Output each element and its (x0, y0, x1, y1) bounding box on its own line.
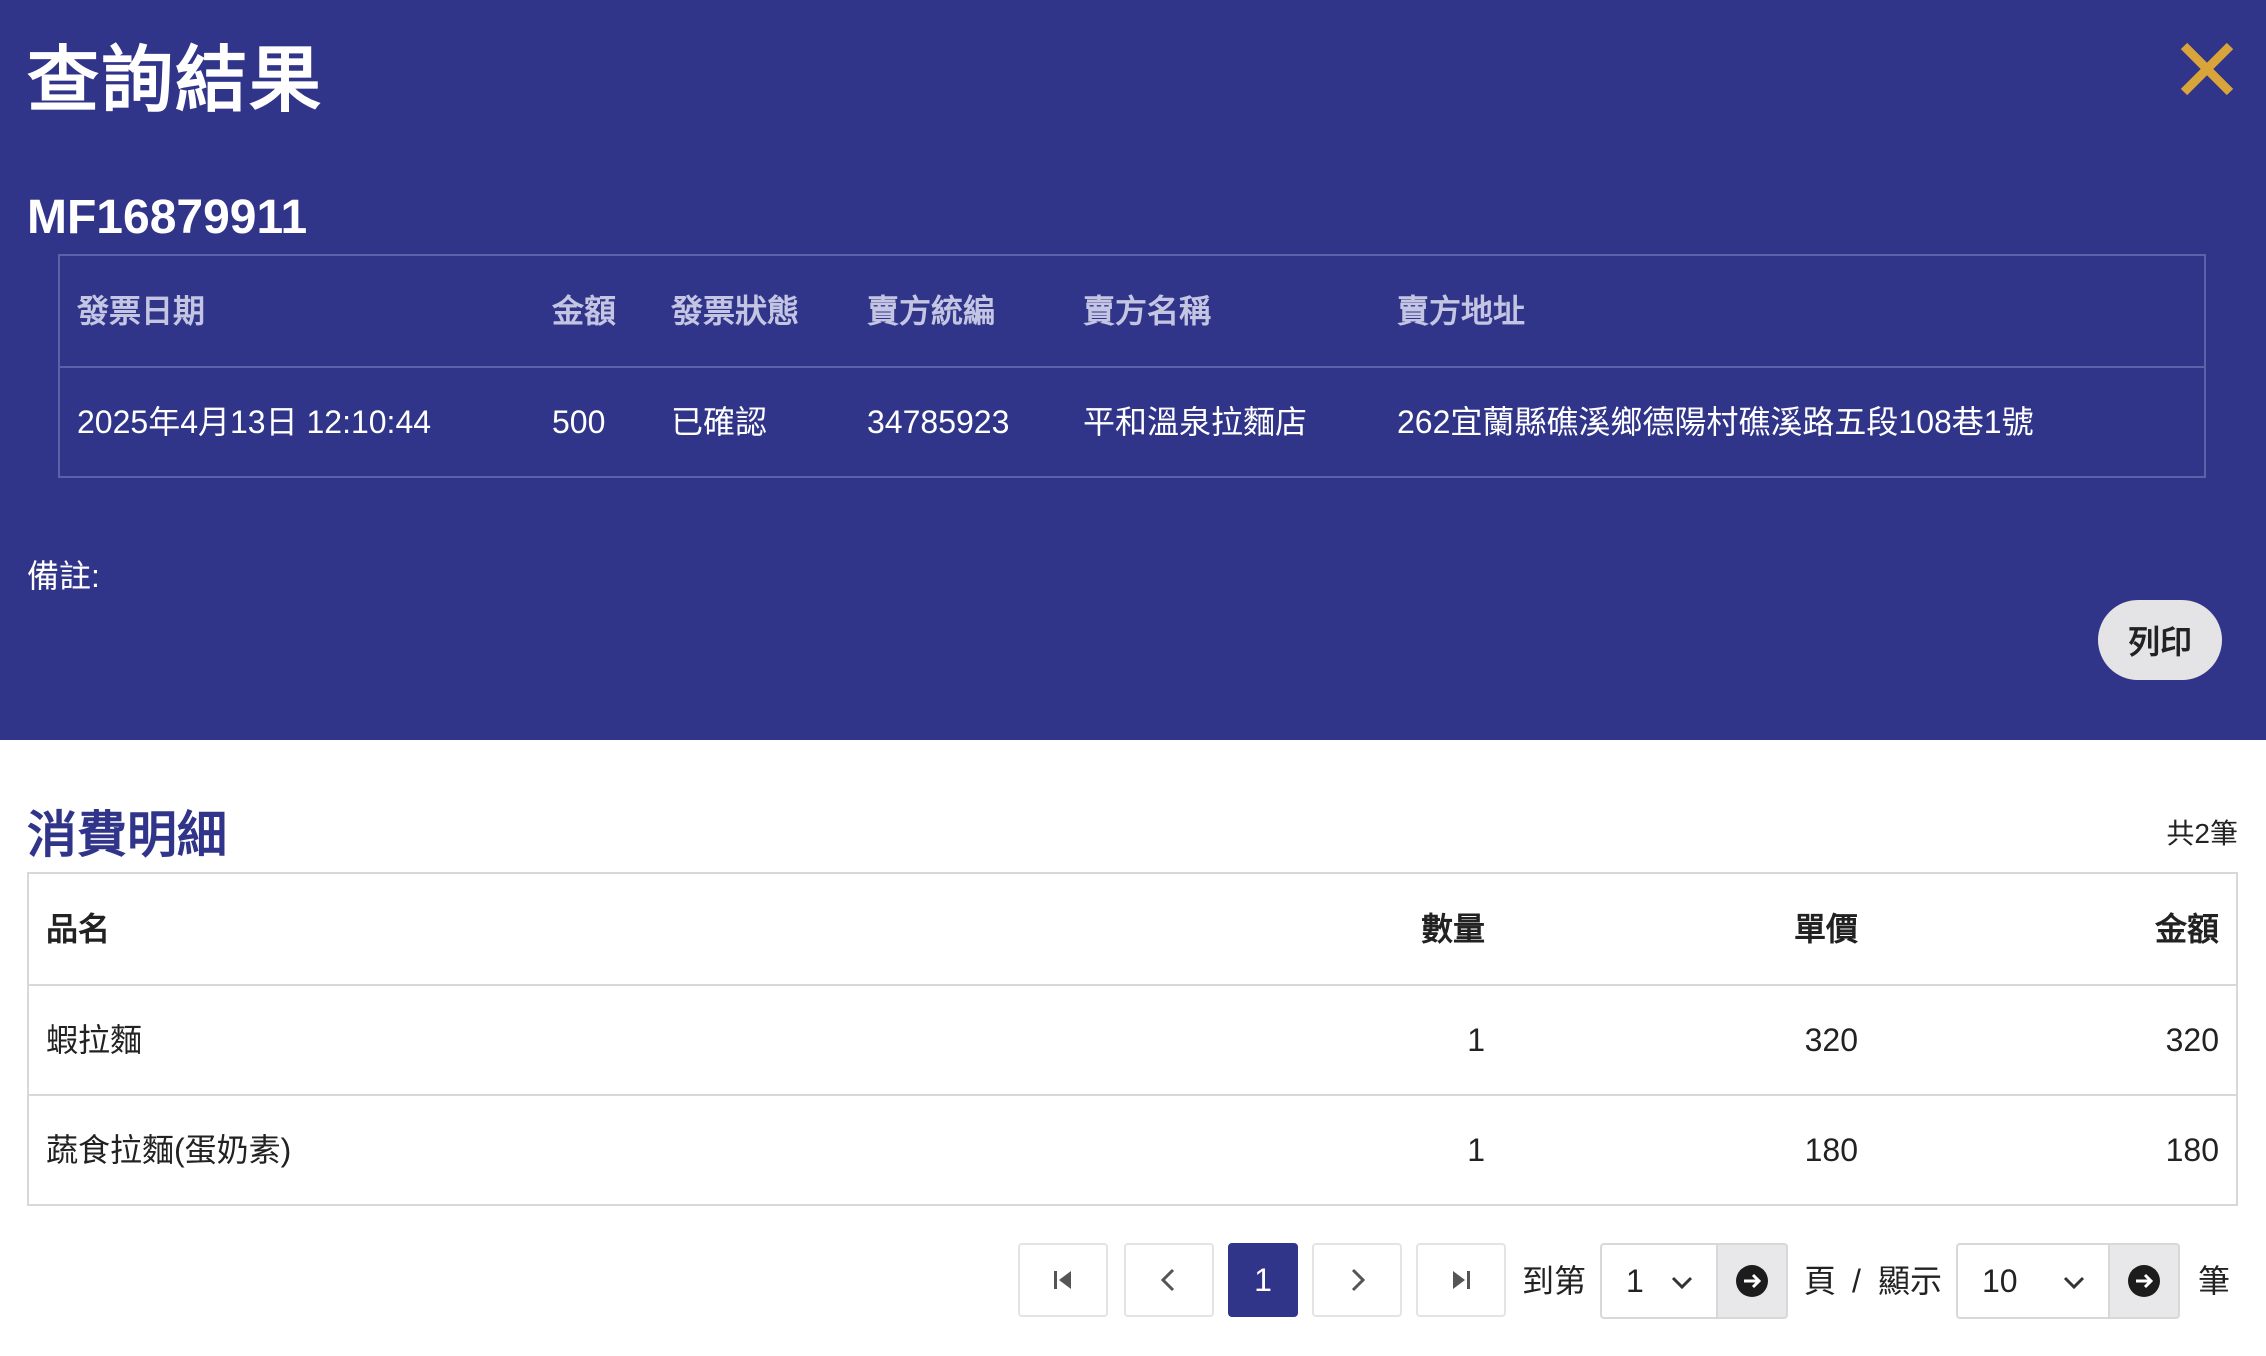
arrow-right-circle-icon (2128, 1265, 2160, 1297)
seller-address: 262宜蘭縣礁溪鄉德陽村礁溪路五段108巷1號 (1397, 404, 2034, 440)
seller-id: 34785923 (867, 404, 1010, 440)
apply-page-size-button[interactable] (2110, 1243, 2180, 1319)
invoice-status: 已確認 (671, 404, 768, 440)
item-quantity: 1 (1467, 1022, 1485, 1058)
dialog-title: 查詢結果 (27, 41, 324, 121)
table-row: 蝦拉麵 1 320 320 (29, 984, 2236, 1094)
page-select[interactable]: 1 (1600, 1243, 1718, 1319)
header-amount: 金額 (552, 293, 617, 329)
print-button[interactable]: 列印 (2098, 600, 2222, 680)
next-page-button[interactable] (1312, 1243, 1402, 1317)
chevron-right-icon (1351, 1268, 1366, 1292)
details-table-header: 品名 數量 單價 金額 (29, 874, 2236, 984)
result-dialog-header: 查詢結果 MF16879911 發票日期 金額 發票狀態 賣方統編 賣方名稱 賣… (0, 0, 2266, 740)
pager-separator: / (1852, 1263, 1861, 1299)
item-unit-price: 180 (1804, 1132, 1858, 1168)
item-name: 蝦拉麵 (46, 1022, 143, 1058)
item-name: 蔬食拉麵(蛋奶素) (46, 1132, 292, 1168)
chevron-left-icon (1160, 1268, 1175, 1292)
page-select-value: 1 (1626, 1262, 1644, 1299)
header-seller-name: 賣方名稱 (1083, 293, 1212, 329)
goto-page-button[interactable] (1718, 1243, 1788, 1319)
first-page-button[interactable] (1018, 1243, 1108, 1317)
chevron-down-icon (2063, 1276, 2085, 1290)
invoice-amount: 500 (552, 404, 606, 440)
page-suffix: 頁 (1804, 1263, 1837, 1299)
details-count: 共2筆 (2166, 818, 2238, 849)
prev-page-button[interactable] (1124, 1243, 1214, 1317)
close-icon (2180, 42, 2234, 96)
details-table: 品名 數量 單價 金額 蝦拉麵 1 320 320 蔬食拉麵(蛋奶素) 1 18… (27, 872, 2238, 1206)
seller-name: 平和溫泉拉麵店 (1083, 404, 1308, 440)
header-quantity: 數量 (1420, 911, 1485, 947)
goto-label: 到第 (1522, 1263, 1587, 1299)
close-button[interactable] (2176, 38, 2238, 100)
item-amount: 180 (2165, 1132, 2219, 1168)
remark-label: 備註: (27, 558, 100, 594)
item-amount: 320 (2165, 1022, 2219, 1058)
invoice-table-row: 2025年4月13日 12:10:44 500 已確認 34785923 平和溫… (60, 366, 2204, 476)
last-page-icon (1453, 1271, 1470, 1289)
arrow-right-circle-icon (1736, 1265, 1768, 1297)
table-row: 蔬食拉麵(蛋奶素) 1 180 180 (29, 1094, 2236, 1204)
item-quantity: 1 (1467, 1132, 1485, 1168)
page-size-select[interactable]: 10 (1956, 1243, 2110, 1319)
size-suffix: 筆 (2198, 1263, 2231, 1299)
header-invoice-date: 發票日期 (77, 293, 206, 329)
invoice-date: 2025年4月13日 12:10:44 (77, 404, 432, 440)
header-status: 發票狀態 (671, 293, 800, 329)
invoice-number: MF16879911 (27, 191, 308, 244)
invoice-table: 發票日期 金額 發票狀態 賣方統編 賣方名稱 賣方地址 2025年4月13日 1… (58, 254, 2206, 478)
item-unit-price: 320 (1804, 1022, 1858, 1058)
header-seller-id: 賣方統編 (867, 293, 996, 329)
header-unit-price: 單價 (1793, 911, 1858, 947)
page-size-value: 10 (1982, 1262, 2018, 1299)
page-button-current[interactable]: 1 (1228, 1243, 1298, 1317)
chevron-down-icon (1671, 1276, 1693, 1290)
show-label: 顯示 (1878, 1263, 1943, 1299)
header-seller-address: 賣方地址 (1397, 293, 1526, 329)
header-item-name: 品名 (46, 911, 111, 947)
details-title: 消費明細 (27, 807, 227, 863)
first-page-icon (1054, 1271, 1071, 1289)
header-item-amount: 金額 (2154, 911, 2219, 947)
pagination: 1 到第 1 頁 / 顯示 10 筆 (0, 1243, 2266, 1319)
invoice-table-header: 發票日期 金額 發票狀態 賣方統編 賣方名稱 賣方地址 (60, 256, 2204, 366)
last-page-button[interactable] (1416, 1243, 1506, 1317)
